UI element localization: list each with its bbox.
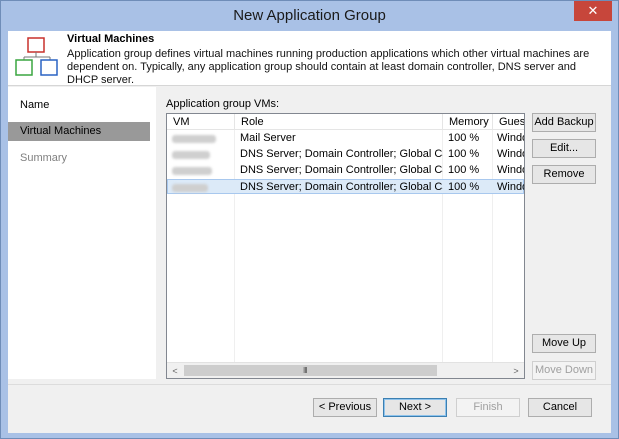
guest-cell: Windo — [497, 164, 524, 176]
column-header-guest[interactable]: Guest — [493, 114, 524, 130]
role-cell: DNS Server; Domain Controller; Global Ca… — [240, 164, 443, 176]
dialog-window: New Application Group ✕ Virtual Machines… — [0, 0, 619, 439]
wizard-nav: Name Virtual Machines Summary — [8, 87, 156, 379]
column-header-memory[interactable]: Memory — [443, 114, 493, 130]
close-icon: ✕ — [587, 3, 599, 18]
redacted-vm-name — [172, 167, 212, 175]
vm-name-cell — [167, 163, 235, 178]
role-cell: Mail Server — [240, 132, 296, 144]
remove-button[interactable]: Remove — [532, 165, 596, 184]
nav-item-name[interactable]: Name — [8, 96, 150, 115]
move-down-button: Move Down — [532, 361, 596, 380]
column-header-role[interactable]: Role — [235, 114, 443, 130]
table-row[interactable]: DNS Server; Domain Controller; Global Ca… — [167, 163, 524, 178]
vm-list-label: Application group VMs: — [166, 98, 280, 110]
table-row[interactable]: DNS Server; Domain Controller; Global Ca… — [167, 147, 524, 162]
application-group-icon — [15, 37, 58, 76]
guest-cell: Windo — [497, 181, 524, 193]
guest-cell: Windo — [497, 132, 524, 144]
redacted-vm-name — [172, 135, 216, 143]
dialog-client: Virtual Machines Application group defin… — [8, 31, 611, 433]
scroll-right-icon[interactable]: > — [508, 363, 524, 378]
window-title: New Application Group — [233, 7, 386, 24]
title-bar: New Application Group ✕ — [1, 1, 618, 31]
next-button[interactable]: Next > — [383, 398, 447, 417]
vm-name-cell — [167, 147, 235, 162]
finish-button: Finish — [456, 398, 520, 417]
memory-cell: 100 % — [448, 181, 480, 193]
step-title: Virtual Machines — [67, 33, 155, 45]
scrollbar-thumb[interactable]: III — [184, 365, 437, 376]
vm-name-cell — [167, 180, 235, 195]
step-description: Application group defines virtual machin… — [67, 48, 590, 86]
vm-list-header: VM Role Memory Guest — [167, 114, 524, 130]
role-cell: DNS Server; Domain Controller; Global Ca… — [240, 148, 443, 160]
step-header: Virtual Machines Application group defin… — [8, 31, 611, 86]
column-header-vm[interactable]: VM — [167, 114, 235, 130]
guest-cell: Windo — [497, 148, 524, 160]
scroll-left-icon[interactable]: < — [167, 363, 183, 378]
vm-list[interactable]: VM Role Memory Guest Mail Server 100 % W… — [166, 113, 525, 379]
previous-button[interactable]: < Previous — [313, 398, 377, 417]
footer-divider — [8, 384, 611, 385]
nav-item-summary: Summary — [20, 152, 68, 164]
horizontal-scrollbar[interactable]: < III > — [167, 362, 524, 378]
move-up-button[interactable]: Move Up — [532, 334, 596, 353]
memory-cell: 100 % — [448, 132, 480, 144]
redacted-vm-name — [172, 184, 208, 192]
memory-cell: 100 % — [448, 148, 480, 160]
vm-name-cell — [167, 131, 235, 146]
memory-cell: 100 % — [448, 164, 480, 176]
table-row-selected[interactable]: DNS Server; Domain Controller; Global Ca… — [167, 179, 524, 194]
nav-item-virtual-machines[interactable]: Virtual Machines — [8, 122, 150, 141]
role-cell: DNS Server; Domain Controller; Global Ca… — [240, 181, 443, 193]
add-backup-button[interactable]: Add Backup — [532, 113, 596, 132]
edit-button[interactable]: Edit... — [532, 139, 596, 158]
close-button[interactable]: ✕ — [574, 1, 612, 21]
scroll-grip-icon: III — [303, 366, 308, 375]
redacted-vm-name — [172, 151, 210, 159]
cancel-button[interactable]: Cancel — [528, 398, 592, 417]
table-row[interactable]: Mail Server 100 % Windo — [167, 131, 524, 146]
